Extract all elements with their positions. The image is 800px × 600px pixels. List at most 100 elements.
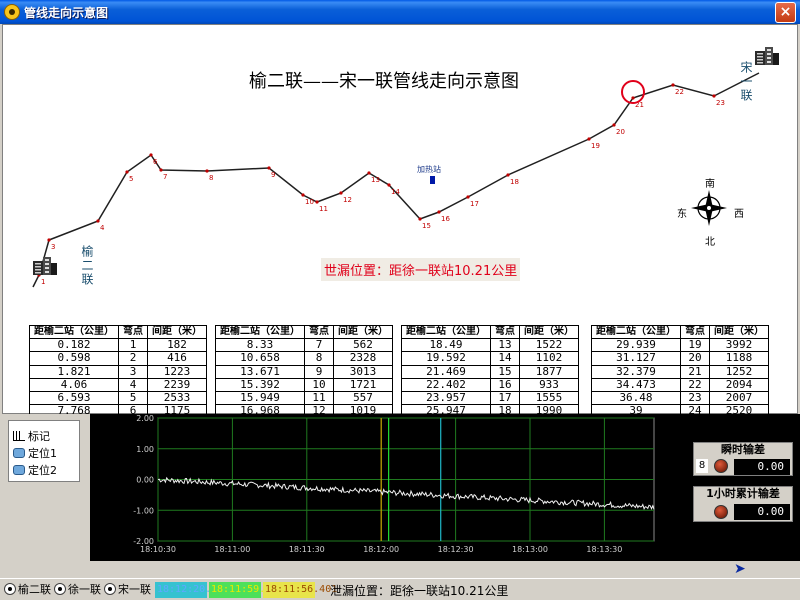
cell-distance: 6.593 (29, 390, 119, 406)
cell-bend: 5 (118, 390, 148, 406)
bend-point (96, 219, 100, 223)
legend-label: 定位2 (28, 464, 57, 477)
x-tick-label: 18:13:30 (586, 545, 622, 554)
cell-spacing: 1721 (333, 377, 393, 392)
heater-station-icon (430, 176, 435, 184)
locate-icon (13, 448, 25, 458)
bend-point (587, 137, 591, 141)
time-station-2: 18:11:59.900 (209, 582, 283, 598)
table-row: 34.473 22 2094 (591, 377, 769, 392)
play-button[interactable]: ➤ (734, 562, 750, 576)
x-tick-label: 18:13:00 (512, 545, 548, 554)
station-radio-1[interactable]: 榆二联 (4, 581, 51, 599)
cell-spacing: 933 (519, 377, 579, 392)
y-tick-label: 1.00 (136, 445, 154, 454)
compass-icon (691, 190, 727, 226)
bend-number: 14 (391, 188, 400, 196)
station-end-label: 宋一联 (739, 61, 753, 103)
cell-spacing: 2007 (709, 390, 769, 406)
table-row: 32.379 21 1252 (591, 364, 769, 379)
cell-bend: 2 (118, 351, 148, 366)
legend-item-mark[interactable]: 标记 (13, 429, 50, 444)
cell-distance: 36.48 (591, 390, 681, 406)
y-tick-label: 2.00 (136, 414, 154, 423)
cell-bend: 22 (680, 377, 710, 392)
table-row: 19.592 14 1102 (401, 351, 579, 366)
cell-distance: 23.957 (401, 390, 491, 406)
station-end-icon (755, 47, 779, 65)
cell-distance: 13.671 (215, 364, 305, 379)
bend-number: 23 (716, 99, 725, 107)
time-station-1: 18:12:20.582 (155, 582, 229, 598)
cell-bend: 14 (490, 351, 520, 366)
cell-distance: 15.392 (215, 377, 305, 392)
cell-distance: 1.821 (29, 364, 119, 379)
pipeline-route (32, 72, 760, 288)
locate-icon (13, 465, 25, 475)
station-radio-3[interactable]: 宋一联 (104, 581, 151, 599)
table-row: 18.49 13 1522 (401, 338, 579, 353)
playback-row: ➤ (0, 561, 800, 578)
col-spacing: 间距（米） (333, 324, 393, 340)
bend-number: 10 (305, 198, 314, 206)
cell-spacing: 2239 (147, 377, 207, 392)
bend-number: 9 (271, 171, 275, 179)
bend-number: 22 (675, 88, 684, 96)
cell-bend: 1 (118, 338, 148, 353)
cell-spacing: 182 (147, 338, 207, 353)
x-tick-label: 18:12:30 (438, 545, 474, 554)
pipeline-map-panel: 1234567891011121314151617181920212223加热站… (2, 24, 798, 419)
bend-number: 19 (591, 142, 600, 150)
cell-distance: 19.592 (401, 351, 491, 366)
cell-distance: 31.127 (591, 351, 681, 366)
cell-bend: 16 (490, 377, 520, 392)
bend-point (671, 83, 675, 87)
table-row: 8.33 7 562 (215, 338, 393, 353)
y-tick-label: -1.00 (133, 506, 154, 515)
bend-number: 6 (153, 158, 158, 166)
cell-bend: 17 (490, 390, 520, 406)
bend-number: 17 (470, 200, 479, 208)
table-row: 6.593 5 2533 (29, 390, 207, 406)
cell-bend: 8 (304, 351, 334, 366)
cell-distance: 0.182 (29, 338, 119, 353)
station-radio-label: 徐一联 (68, 583, 101, 596)
table-row: 0.598 2 416 (29, 351, 207, 366)
bend-point (339, 191, 343, 195)
bend-point (205, 169, 209, 173)
compass-west-label: 西 (734, 209, 744, 220)
instant-led-icon (714, 459, 728, 473)
bend-point (367, 171, 371, 175)
bend-number: 11 (319, 205, 328, 213)
instant-diff-box: 瞬时输差 8 0.00 (693, 442, 793, 476)
radio-icon (4, 583, 16, 595)
cell-distance: 18.49 (401, 338, 491, 353)
legend-item-locate2[interactable]: 定位2 (13, 463, 57, 478)
cell-distance: 10.658 (215, 351, 305, 366)
bend-point (437, 210, 441, 214)
bend-point (631, 96, 635, 100)
table-row: 10.658 8 2328 (215, 351, 393, 366)
cell-spacing: 1522 (519, 338, 579, 353)
station-radio-2[interactable]: 徐一联 (54, 581, 101, 599)
heater-station-label: 加热站 (417, 164, 441, 174)
cell-bend: 11 (304, 390, 334, 406)
bend-table-2: 距榆二站（公里） 弯点 间距（米） 8.33 7 562 10.658 8 2328 13.… (215, 324, 393, 419)
col-distance: 距榆二站（公里） (401, 324, 491, 340)
bend-number: 1 (41, 278, 45, 286)
legend-label: 定位1 (28, 447, 57, 460)
legend-panel: 标记 定位1 定位2 (0, 414, 90, 561)
bend-point (387, 183, 391, 187)
table-header-row: 距榆二站（公里） 弯点 间距（米） (215, 324, 393, 340)
bar-chart-icon (13, 431, 25, 441)
legend-item-locate1[interactable]: 定位1 (13, 446, 57, 461)
cell-spacing: 1877 (519, 364, 579, 379)
close-button[interactable]: × (775, 2, 796, 23)
compass-east-label: 东 (677, 209, 687, 220)
hourly-diff-value: 0.00 (734, 504, 790, 520)
table-header-row: 距榆二站（公里） 弯点 间距（米） (29, 324, 207, 340)
table-row: 4.06 4 2239 (29, 377, 207, 392)
bend-number: 3 (51, 243, 55, 251)
bend-number: 4 (100, 224, 105, 232)
instant-count: 8 (696, 459, 708, 473)
